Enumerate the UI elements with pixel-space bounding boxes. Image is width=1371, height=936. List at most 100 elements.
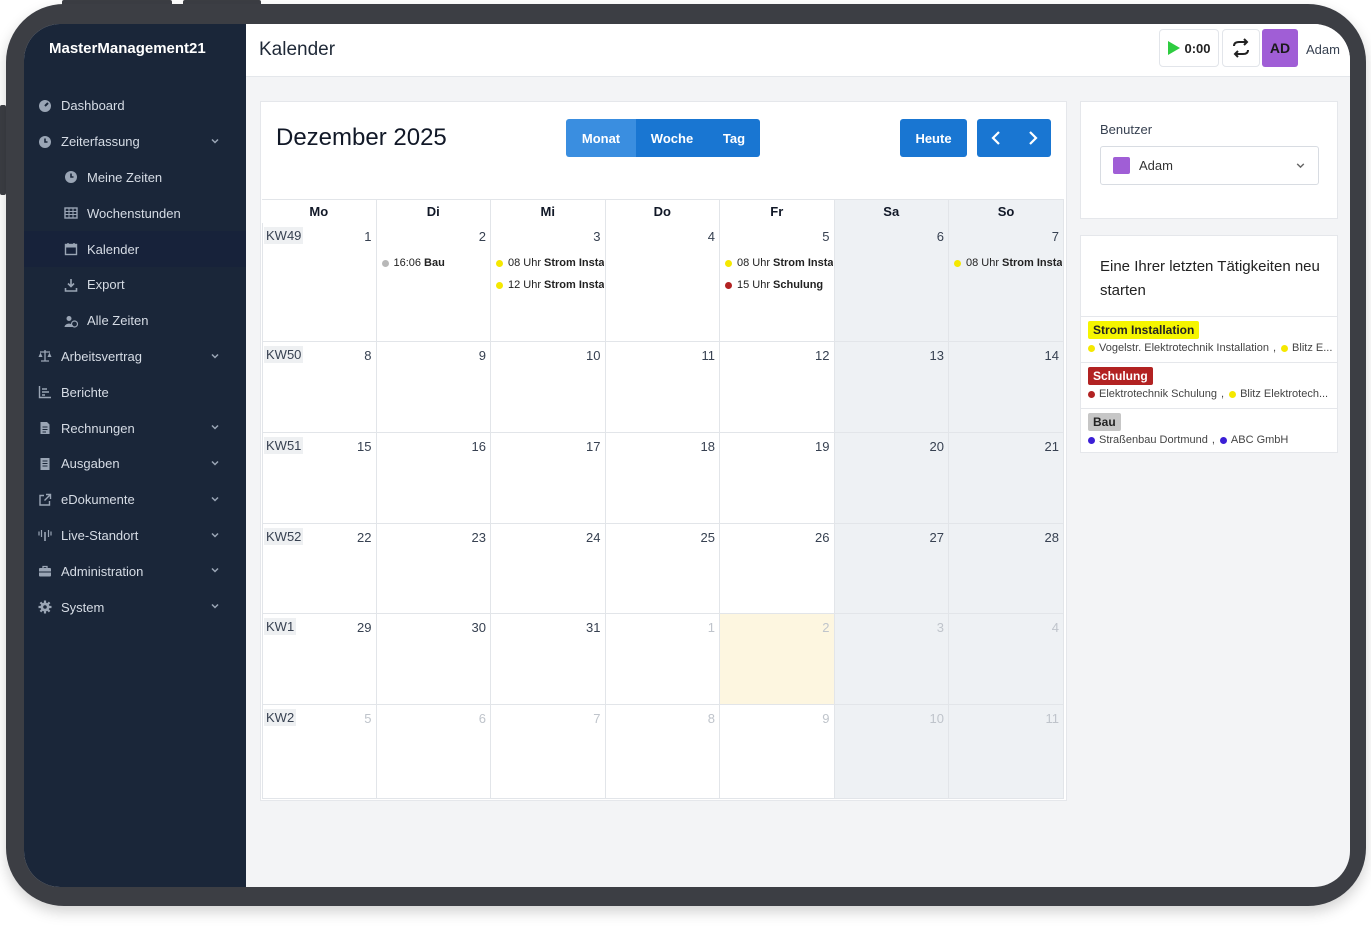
calendar-day-cell[interactable]: 2 <box>720 614 835 705</box>
calendar-day-cell[interactable]: 21 <box>949 433 1064 524</box>
calendar-day-cell[interactable]: 12 <box>720 342 835 433</box>
day-number: 11 <box>701 348 716 363</box>
calendar-day-cell[interactable]: 7 <box>949 223 1064 342</box>
sidebar-item-kalender[interactable]: Kalender <box>24 231 246 267</box>
chevron-down-icon <box>211 604 219 609</box>
calendar-day-cell[interactable]: 16 <box>376 433 491 524</box>
day-number: 22 <box>357 530 372 545</box>
avatar[interactable]: AD <box>1262 29 1298 67</box>
view-week-button[interactable]: Woche <box>636 119 708 157</box>
calendar-day-cell[interactable]: 19 <box>720 433 835 524</box>
receipt-icon <box>38 457 52 471</box>
calendar-event[interactable]: 08 Uhr Strom Insta <box>725 257 833 269</box>
sidebar-item-edokumente[interactable]: eDokumente <box>24 482 246 518</box>
user-name[interactable]: Adam <box>1306 42 1340 57</box>
sidebar-item-administration[interactable]: Administration <box>24 553 246 589</box>
calendar-day-cell[interactable]: 4 <box>949 614 1064 705</box>
calendar-day-cell[interactable]: 18 <box>605 433 720 524</box>
sidebar-item-meine-zeiten[interactable]: Meine Zeiten <box>24 160 246 196</box>
calendar-day-cell[interactable]: 6 <box>376 705 491 799</box>
calendar-day-cell[interactable]: 4 <box>605 223 720 342</box>
calendar-day-cell[interactable]: 8 KW50 <box>262 342 377 433</box>
chart-icon <box>38 385 52 399</box>
calendar-event[interactable]: 12 Uhr Strom Insta <box>496 279 604 291</box>
brand-title: MasterManagement21 <box>49 40 206 57</box>
recent-activity-item[interactable]: Schulung Elektrotechnik Schulung, Blitz El… <box>1081 362 1337 408</box>
calendar-day-cell[interactable]: 25 <box>605 524 720 614</box>
sidebar-item-ausgaben[interactable]: Ausgaben <box>24 446 246 482</box>
sidebar-item-wochenstunden[interactable]: Wochenstunden <box>24 195 246 231</box>
sidebar-item-label: Export <box>87 277 125 293</box>
sidebar-item-zeiterfassung[interactable]: Zeiterfassung <box>24 124 246 160</box>
timer-button[interactable]: 0:00 <box>1159 29 1219 67</box>
weekday-header: Sa <box>834 199 949 223</box>
project-color-dot <box>1088 436 1095 444</box>
chevron-down-icon <box>211 460 219 466</box>
next-month-button[interactable] <box>1014 119 1051 157</box>
day-number: 11 <box>1045 711 1060 726</box>
calendar-day-cell[interactable]: 3 <box>834 614 949 705</box>
calendar-day-cell[interactable]: 2 <box>376 223 491 342</box>
sidebar-item-berichte[interactable]: Berichte <box>24 374 246 410</box>
calendar-day-cell[interactable]: 23 <box>376 524 491 614</box>
day-number: 13 <box>929 348 944 363</box>
calendar-day-cell[interactable]: 27 <box>834 524 949 614</box>
calendar-day-cell[interactable]: 9 <box>376 342 491 433</box>
event-time: 12 Uhr <box>508 279 542 291</box>
calendar-event[interactable]: 16:06 Bau <box>381 257 490 269</box>
user-select[interactable]: Adam <box>1100 146 1319 185</box>
calendar-day-cell[interactable]: 22 KW52 <box>262 524 377 614</box>
app-screen: MasterManagement21 Dashboard Zeiterfassu… <box>24 24 1350 887</box>
user-panel: Benutzer Adam <box>1080 101 1338 219</box>
recent-activity-item[interactable]: Strom Installation Vogelstr. Elektrotechn… <box>1081 316 1337 362</box>
calendar-day-cell[interactable]: 15 KW51 <box>262 433 377 524</box>
sidebar-item-rechnungen[interactable]: Rechnungen <box>24 410 246 446</box>
calendar-day-cell[interactable]: 8 <box>605 705 720 799</box>
calendar-event[interactable]: 08 Uhr Strom Insta <box>496 257 604 269</box>
day-number: 30 <box>471 620 486 635</box>
sidebar-item-label: Zeiterfassung <box>61 134 140 150</box>
prev-month-button[interactable] <box>977 119 1014 157</box>
calendar-day-cell[interactable]: 31 <box>491 614 606 705</box>
calendar-day-cell[interactable]: 28 <box>949 524 1064 614</box>
calendar-day-cell[interactable]: 1 <box>605 614 720 705</box>
sidebar-item-label: Administration <box>61 563 144 579</box>
calendar-day-cell[interactable]: 29 KW1 <box>262 614 377 705</box>
calendar-event[interactable]: 08 Uhr Strom Insta <box>954 257 1062 269</box>
calendar-day-cell[interactable]: 5 KW2 <box>262 705 377 799</box>
sync-icon <box>1233 38 1249 58</box>
sidebar-item-export[interactable]: Export <box>24 267 246 303</box>
activity-badge: Strom Installation <box>1088 321 1200 339</box>
calendar-day-cell[interactable]: 1 KW49 <box>262 223 377 342</box>
view-day-button[interactable]: Tag <box>708 119 760 157</box>
calendar-day-cell[interactable]: 24 <box>491 524 606 614</box>
calendar-day-cell[interactable]: 20 <box>834 433 949 524</box>
project-color-dot <box>1088 390 1095 398</box>
calendar-day-cell[interactable]: 17 <box>491 433 606 524</box>
calendar-event[interactable]: 15 Uhr Schulung <box>725 279 833 291</box>
calendar-day-cell[interactable]: 10 <box>491 342 606 433</box>
view-month-button[interactable]: Monat <box>566 119 636 157</box>
sidebar-item-system[interactable]: System <box>24 589 246 625</box>
calendar-day-cell[interactable]: 11 <box>949 705 1064 799</box>
calendar-day-cell[interactable]: 30 <box>376 614 491 705</box>
calendar-day-cell[interactable]: 10 <box>834 705 949 799</box>
sidebar-item-label: Wochenstunden <box>87 205 181 221</box>
sidebar-item-live-standort[interactable]: Live-Standort <box>24 518 246 554</box>
recent-activity-item[interactable]: Bau Straßenbau Dortmund, ABC GmbH <box>1081 408 1337 454</box>
sync-button[interactable] <box>1222 29 1260 67</box>
calendar-day-cell[interactable]: 6 <box>834 223 949 342</box>
sidebar-item-arbeitsvertrag[interactable]: Arbeitsvertrag <box>24 339 246 375</box>
calendar-day-cell[interactable]: 14 <box>949 342 1064 433</box>
today-button[interactable]: Heute <box>900 119 967 157</box>
calendar-day-cell[interactable]: 9 <box>720 705 835 799</box>
activity-projects: Elektrotechnik Schulung, Blitz Elektrotec… <box>1088 388 1328 400</box>
calendar-day-cell[interactable]: 26 <box>720 524 835 614</box>
calendar-day-cell[interactable]: 11 <box>605 342 720 433</box>
week-number: KW52 <box>264 528 304 545</box>
calendar-day-cell[interactable]: 13 <box>834 342 949 433</box>
calendar-day-cell[interactable]: 7 <box>491 705 606 799</box>
sidebar-item-dashboard[interactable]: Dashboard <box>24 88 246 124</box>
week-number: KW51 <box>264 437 304 454</box>
sidebar-item-alle-zeiten[interactable]: Alle Zeiten <box>24 303 246 339</box>
